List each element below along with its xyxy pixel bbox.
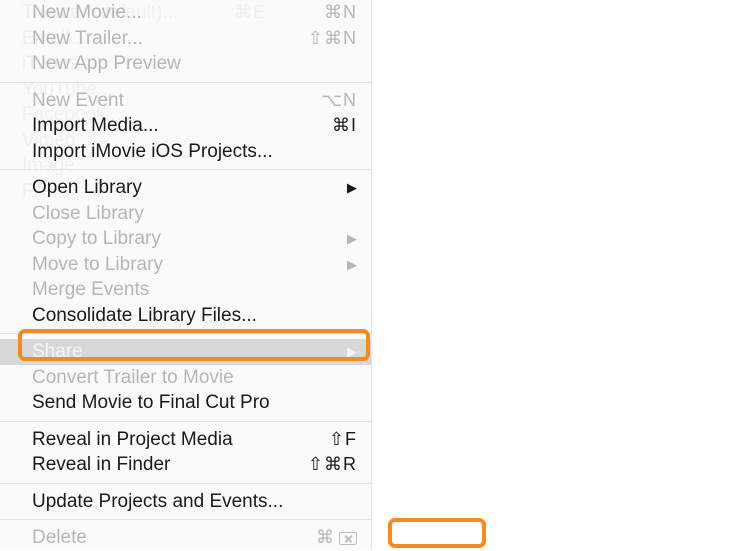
- menu-label: Send Movie to Final Cut Pro: [32, 391, 357, 415]
- menu-item-move-to-library: Move to Library ▶: [0, 252, 371, 278]
- menu-item-reveal-project-media[interactable]: Reveal in Project Media ⇧F: [0, 427, 371, 453]
- menu-label: Reveal in Finder: [32, 453, 298, 477]
- highlight-file: [388, 518, 486, 548]
- menu-label: Move to Library: [32, 253, 337, 277]
- menu-label: Copy to Library: [32, 227, 337, 251]
- submenu-arrow-icon: ▶: [347, 227, 357, 251]
- shortcut: ⌥N: [321, 89, 357, 113]
- menu-label: Convert Trailer to Movie: [32, 366, 357, 390]
- menu-item-new-event: New Event ⌥N: [0, 88, 371, 114]
- shortcut: ⌘N: [324, 1, 357, 25]
- menu-item-import-ios-projects[interactable]: Import iMovie iOS Projects...: [0, 139, 371, 165]
- menu-separator: [0, 333, 371, 334]
- menu-separator: [0, 169, 371, 170]
- menu-item-send-to-final-cut-pro[interactable]: Send Movie to Final Cut Pro: [0, 390, 371, 416]
- submenu-arrow-icon: ▶: [347, 176, 357, 200]
- menu-label: Import iMovie iOS Projects...: [32, 140, 357, 164]
- shortcut: ⇧F: [329, 428, 357, 452]
- menu-label: Delete: [32, 526, 306, 550]
- menu-label: New Trailer...: [32, 27, 298, 51]
- menu-separator: [0, 519, 371, 520]
- menu-item-new-movie: New Movie... ⌘N: [0, 0, 371, 26]
- menu-item-close-library: Close Library: [0, 201, 371, 227]
- menu-item-open-library[interactable]: Open Library ▶: [0, 175, 371, 201]
- menu-label: New App Preview: [32, 52, 357, 76]
- menu-label: Import Media...: [32, 114, 322, 138]
- menu-item-delete: Delete ⌘: [0, 525, 371, 551]
- menu-item-copy-to-library: Copy to Library ▶: [0, 226, 371, 252]
- shortcut: ⌘I: [332, 114, 357, 138]
- menu-item-new-trailer: New Trailer... ⇧⌘N: [0, 26, 371, 52]
- menu-item-convert-trailer: Convert Trailer to Movie: [0, 365, 371, 391]
- shortcut: ⌘: [316, 526, 357, 550]
- menu-label: New Event: [32, 89, 311, 113]
- menu-label: Share: [32, 340, 337, 364]
- menu-separator: [0, 82, 371, 83]
- menu-item-share[interactable]: Share ▶: [0, 339, 371, 365]
- menu-label: Open Library: [32, 176, 337, 200]
- menu-label: Merge Events: [32, 278, 357, 302]
- menu-label: Update Projects and Events...: [32, 490, 357, 514]
- menu-item-new-app-preview: New App Preview: [0, 51, 371, 77]
- menu-item-consolidate-library-files[interactable]: Consolidate Library Files...: [0, 303, 371, 329]
- menu-label: Consolidate Library Files...: [32, 304, 357, 328]
- menu-item-reveal-finder[interactable]: Reveal in Finder ⇧⌘R: [0, 452, 371, 478]
- file-menu-panel: New Movie... ⌘N New Trailer... ⇧⌘N New A…: [0, 0, 372, 550]
- menu-separator: [0, 421, 371, 422]
- delete-key-icon: [339, 532, 357, 545]
- submenu-arrow-icon: ▶: [347, 253, 357, 277]
- shortcut: ⇧⌘N: [308, 27, 357, 51]
- menu-item-import-media[interactable]: Import Media... ⌘I: [0, 113, 371, 139]
- menu-label: Reveal in Project Media: [32, 428, 319, 452]
- menu-item-update-projects-events[interactable]: Update Projects and Events...: [0, 489, 371, 515]
- shortcut: ⇧⌘R: [308, 453, 357, 477]
- menu-item-merge-events: Merge Events: [0, 277, 371, 303]
- menu-label: Close Library: [32, 202, 357, 226]
- submenu-arrow-icon: ▶: [347, 340, 357, 364]
- menu-label: New Movie...: [32, 1, 314, 25]
- menu-separator: [0, 483, 371, 484]
